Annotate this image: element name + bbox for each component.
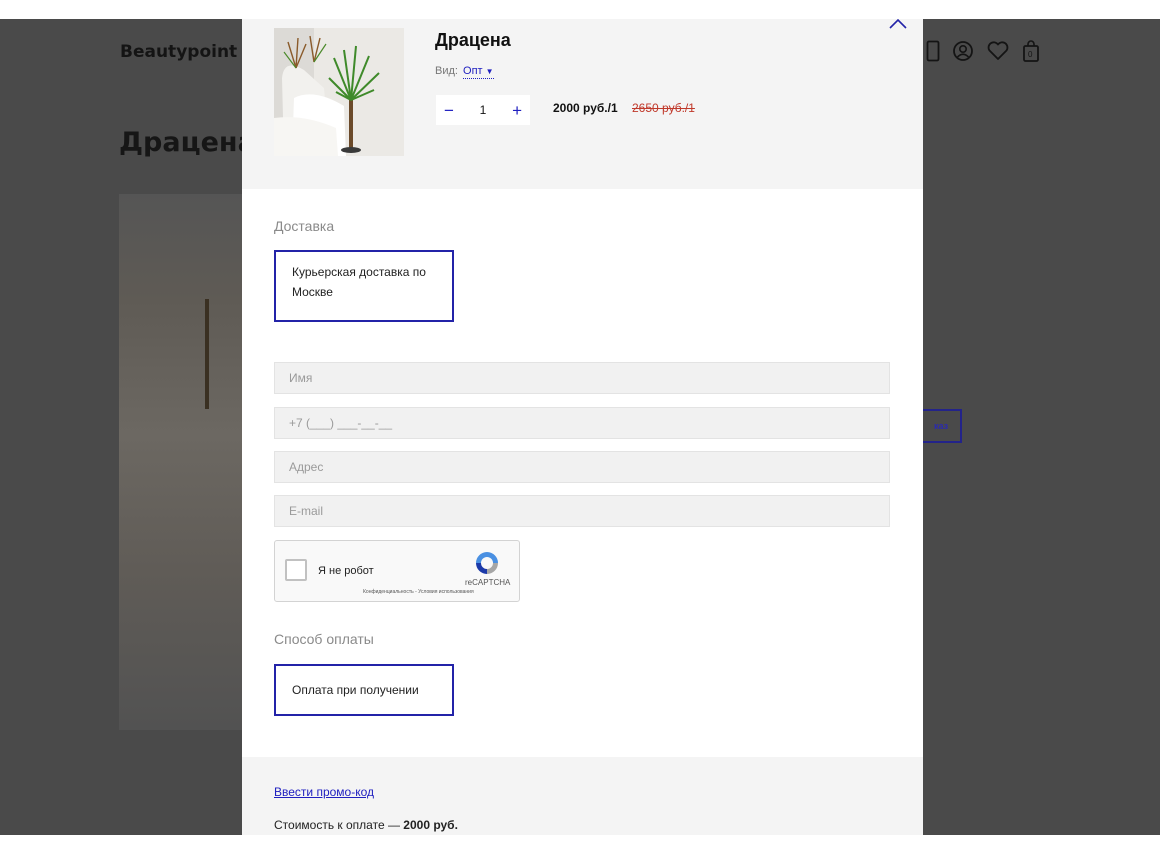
payment-option-on-delivery[interactable]: Оплата при получении bbox=[274, 664, 454, 716]
variant-label: Вид: bbox=[435, 65, 458, 77]
heart-icon[interactable] bbox=[986, 40, 1010, 62]
caret-down-icon: ▼ bbox=[485, 67, 494, 76]
quantity-stepper: − 1 + bbox=[436, 95, 530, 125]
payment-label: Способ оплаты bbox=[274, 631, 374, 647]
recaptcha-links[interactable]: Конфиденциальность - Условия использован… bbox=[363, 589, 474, 595]
user-icon[interactable] bbox=[952, 40, 974, 62]
total-row: Стоимость к оплате — 2000 руб. bbox=[274, 818, 458, 832]
cart-icon[interactable]: 0 bbox=[1022, 39, 1040, 63]
order-footer: Ввести промо-код Стоимость к оплате — 20… bbox=[242, 757, 923, 835]
product-photo bbox=[274, 28, 404, 156]
variant-value: Опт bbox=[463, 65, 483, 77]
delivery-option-courier[interactable]: Курьерская доставка по Москве bbox=[274, 250, 454, 322]
address-field[interactable] bbox=[274, 451, 890, 483]
background-product-photo bbox=[119, 194, 244, 730]
cart-count: 0 bbox=[1028, 50, 1033, 59]
variant-selector[interactable]: Вид: Опт ▼ bbox=[435, 65, 494, 79]
quantity-value[interactable]: 1 bbox=[480, 103, 487, 117]
header-icons: 0 bbox=[926, 39, 1040, 63]
promo-code-link[interactable]: Ввести промо-код bbox=[274, 785, 374, 799]
email-field[interactable] bbox=[274, 495, 890, 527]
recaptcha-brand: reCAPTCHA bbox=[465, 578, 511, 587]
old-price: 2650 руб./1 bbox=[632, 101, 695, 115]
total-label: Стоимость к оплате — bbox=[274, 818, 400, 832]
variant-dropdown[interactable]: Опт ▼ bbox=[463, 65, 494, 79]
site-logo[interactable]: Beautypoint bbox=[120, 42, 237, 62]
order-modal: Драцена Вид: Опт ▼ − 1 + 2000 руб./1 265… bbox=[242, 19, 923, 835]
recaptcha-label: Я не робот bbox=[318, 565, 374, 577]
current-price: 2000 руб./1 bbox=[553, 101, 618, 115]
background-plant-stem bbox=[205, 299, 209, 409]
recaptcha-checkbox[interactable] bbox=[285, 559, 307, 581]
close-button[interactable] bbox=[888, 19, 908, 35]
product-title: Драцена bbox=[435, 30, 511, 50]
phone-icon[interactable] bbox=[926, 40, 940, 62]
product-summary: Драцена Вид: Опт ▼ − 1 + 2000 руб./1 265… bbox=[242, 19, 923, 189]
name-field[interactable] bbox=[274, 362, 890, 394]
decrease-quantity-button[interactable]: − bbox=[444, 102, 454, 119]
total-value: 2000 руб. bbox=[403, 818, 458, 832]
phone-field[interactable] bbox=[274, 407, 890, 439]
background-product-title: Драцена bbox=[119, 127, 256, 158]
increase-quantity-button[interactable]: + bbox=[512, 102, 522, 119]
close-icon bbox=[889, 19, 907, 29]
background-order-button[interactable]: каз bbox=[920, 409, 962, 443]
recaptcha-widget: Я не робот reCAPTCHA Конфиденциальность … bbox=[274, 540, 520, 602]
delivery-label: Доставка bbox=[274, 218, 335, 234]
